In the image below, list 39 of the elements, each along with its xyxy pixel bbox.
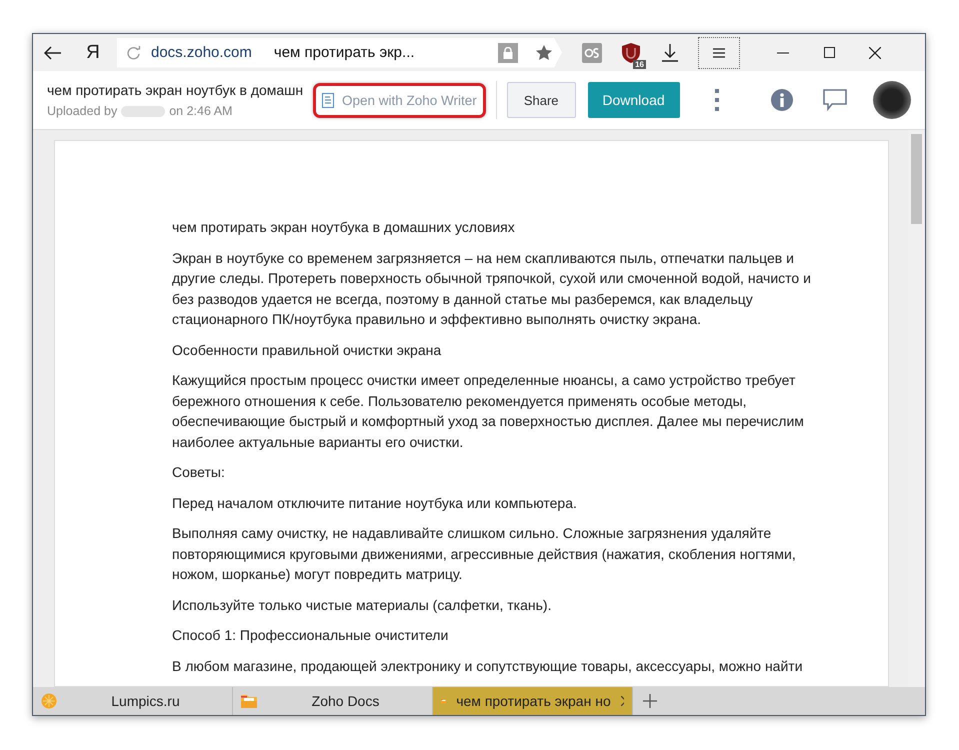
- paragraph: чем протирать экран ноутбука в домашних условиях: [172, 218, 516, 237]
- close-icon[interactable]: [869, 46, 881, 58]
- close-tab-icon[interactable]: [620, 696, 624, 706]
- browser-tab[interactable]: Lumpics.ru: [33, 687, 233, 715]
- address-bar[interactable]: docs.zoho.com чем протирать экр...: [117, 38, 562, 68]
- star-icon[interactable]: [536, 45, 552, 60]
- folder-icon: [241, 694, 257, 708]
- share-button[interactable]: Share: [506, 82, 576, 118]
- menu-icon[interactable]: [713, 48, 725, 58]
- user-avatar[interactable]: [873, 81, 911, 119]
- maximize-icon[interactable]: [824, 47, 834, 58]
- address-page-title: чем протирать экр...: [274, 44, 416, 61]
- shield-icon[interactable]: [622, 42, 640, 62]
- browser-logo[interactable]: Я: [73, 42, 113, 64]
- paragraph: В любом магазине, продающей электронику и сопутствующие товары, аксессуары, можно найти: [172, 656, 804, 676]
- more-options-icon[interactable]: [714, 89, 720, 111]
- menu-button[interactable]: [698, 36, 740, 68]
- paragraph: Кажущийся простым процесс очистки имеет определенные нюансы, а само устройство требует бережного отношения к себе. Пользователю рекомендуется применять особые методы, обеспечивающие быстрый и комфортный уход за поверхностью дисплея. Далее мы перечислим наиболее актуальные варианты его очистки.: [172, 371, 805, 452]
- paragraph: Перед началом отключите питание ноутбука или компьютера.: [172, 494, 578, 513]
- document-icon: [322, 92, 334, 108]
- comment-icon[interactable]: [823, 89, 847, 111]
- back-arrow-icon[interactable]: [44, 46, 62, 60]
- paragraph: Выполняя саму очистку, не надавливайте слишком сильно. Сложные загрязнения удаляйте повторяющимися круговыми движениями, агрессивные действия (нажатия, скобления ногтями, ножом, шорканье) могут повредить матрицу.: [172, 524, 797, 584]
- reload-icon[interactable]: [127, 46, 141, 60]
- plus-icon[interactable]: [643, 694, 657, 708]
- lock-icon[interactable]: [498, 42, 518, 62]
- extension-badge: 16: [633, 60, 646, 68]
- paragraph: Используйте только чистые материалы (салфетки, ткань).: [172, 596, 552, 615]
- paragraph: Экран в ноутбуке со временем загрязняется – на нем скапливаются пыль, отпечатки пальцев и другие следы. Протереть поверхность обычной тряпочкой, сухой или смоченной водой, начисто и без разводов удается не всегда, поэтому в данной статье мы разберемся, как владельцу стационарного ПК/ноутбука правильно и эффективно выполнять очистку экрана.: [172, 248, 812, 329]
- address-domain: docs.zoho.com: [151, 44, 252, 61]
- citrus-slice-icon: [41, 693, 57, 709]
- minimize-icon[interactable]: [777, 52, 789, 54]
- paragraph: Особенности правильной очистки экрана: [172, 340, 442, 360]
- paragraph: Советы:: [172, 463, 226, 482]
- document-title: чем протирать экран ноутбук в домашн: [47, 82, 304, 98]
- upload-info: Uploaded by on 2:46 AM: [47, 104, 234, 118]
- paragraph: Способ 1: Профессиональные очистители: [172, 626, 450, 645]
- info-icon[interactable]: [771, 89, 793, 111]
- browser-tab[interactable]: чем протирать экран но: [433, 687, 633, 715]
